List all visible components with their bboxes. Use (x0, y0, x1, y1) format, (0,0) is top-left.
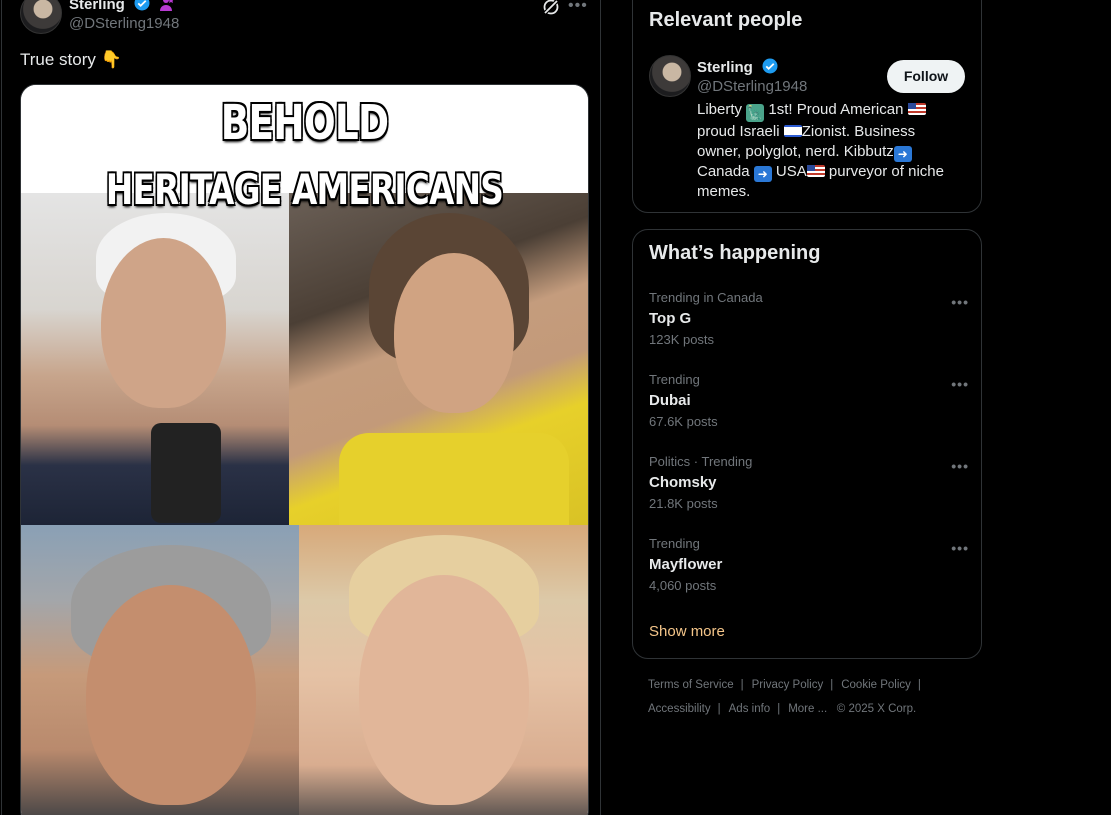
bio-text-2: 1st! Proud American (764, 101, 908, 118)
footer-separator: | (830, 679, 834, 691)
trend-name: Top G (649, 310, 692, 327)
relevant-people-card: Relevant people Sterling @DSterling1948 … (632, 0, 982, 213)
meme-photo-3 (21, 525, 299, 815)
more-link[interactable]: More ... (788, 703, 827, 715)
privacy-link[interactable]: Privacy Policy (752, 679, 824, 691)
more-icon[interactable]: ••• (951, 540, 969, 556)
us-flag-emoji (806, 165, 825, 177)
show-more-link[interactable]: Show more (649, 623, 725, 640)
trend-name: Chomsky (649, 474, 717, 491)
relevant-person-handle[interactable]: @DSterling1948 (697, 78, 807, 95)
more-icon[interactable]: ••• (951, 458, 969, 474)
meme-photo-2 (289, 193, 588, 525)
trend-item[interactable]: Trending Mayflower 4,060 posts ••• (649, 536, 969, 618)
grok-icon[interactable] (541, 0, 561, 17)
more-icon[interactable]: ••• (951, 376, 969, 392)
meme-caption-line1: BEHOLD (220, 95, 389, 151)
israel-flag-emoji (783, 125, 802, 137)
cookie-link[interactable]: Cookie Policy (841, 679, 911, 691)
affiliate-badge-icon (160, 0, 174, 11)
verified-badge-icon (762, 58, 778, 74)
footer-row-2: Accessibility | Ads info | More ... © 2025 X… (648, 703, 916, 715)
verified-badge-icon (134, 0, 150, 11)
whats-happening-title: What’s happening (649, 242, 821, 264)
trend-meta: Trending (649, 372, 700, 387)
statue-of-liberty-emoji: 🗽 (746, 104, 765, 122)
trend-meta: Trending in Canada (649, 290, 763, 305)
ads-info-link[interactable]: Ads info (729, 703, 771, 715)
trend-meta: Trending (649, 536, 700, 551)
footer-row-1: Terms of Service | Privacy Policy | Cookie P… (648, 679, 929, 691)
right-arrow-emoji: ➜ (753, 166, 772, 182)
accessibility-link[interactable]: Accessibility (648, 703, 711, 715)
meme-photo-1 (21, 193, 289, 525)
trend-count: 4,060 posts (649, 578, 717, 593)
trend-count: 21.8K posts (649, 496, 718, 511)
terms-link[interactable]: Terms of Service (648, 679, 734, 691)
tweet-text: True story 👇 (20, 50, 122, 69)
footer-separator: | (777, 703, 781, 715)
relevant-person-avatar[interactable] (649, 55, 691, 97)
author-handle[interactable]: @DSterling1948 (69, 15, 179, 32)
author-name-row[interactable]: Sterling (69, 0, 175, 13)
relevant-people-title: Relevant people (649, 9, 803, 31)
right-arrow-emoji: ➜ (893, 146, 912, 162)
trend-name: Dubai (649, 392, 691, 409)
meme-photo-4 (299, 525, 588, 815)
author-avatar[interactable] (20, 0, 62, 34)
more-icon[interactable]: ••• (951, 294, 969, 310)
follow-button[interactable]: Follow (887, 60, 965, 93)
tweet-column: Sterling @DSterling1948 ••• True story 👇… (1, 0, 601, 815)
trend-count: 123K posts (649, 332, 715, 347)
copyright: © 2025 X Corp. (836, 703, 917, 715)
bio-text-1: Liberty (697, 101, 743, 118)
bio-text-5: Canada (697, 163, 754, 180)
trend-item[interactable]: Trending in Canada Top G 123K posts ••• (649, 290, 969, 372)
trend-item[interactable]: Trending Dubai 67.6K posts ••• (649, 372, 969, 454)
bio-text-6: USA (771, 163, 807, 180)
trend-name: Mayflower (649, 556, 723, 573)
more-icon[interactable]: ••• (568, 0, 588, 15)
us-flag-emoji (907, 103, 926, 115)
author-name[interactable]: Sterling (69, 0, 125, 13)
trend-meta: Politics · Trending (649, 454, 753, 469)
trend-item[interactable]: Politics · Trending Chomsky 21.8K posts … (649, 454, 969, 536)
tweet-media[interactable]: BEHOLD HERITAGE AMERICANS (20, 84, 589, 815)
relevant-person-bio: Liberty 🗽 1st! Proud American proud Isra… (697, 100, 947, 202)
relevant-person-name-row[interactable]: Sterling (697, 57, 779, 76)
footer-separator: | (917, 679, 921, 691)
relevant-person-name[interactable]: Sterling (697, 59, 753, 76)
footer-separator: | (717, 703, 721, 715)
footer-separator: | (740, 679, 744, 691)
bio-text-3: proud Israeli (697, 123, 784, 140)
whats-happening-card: What’s happening Trending in Canada Top … (632, 229, 982, 659)
trend-count: 67.6K posts (649, 414, 718, 429)
meme-caption-line2: HERITAGE AMERICANS (105, 165, 504, 214)
